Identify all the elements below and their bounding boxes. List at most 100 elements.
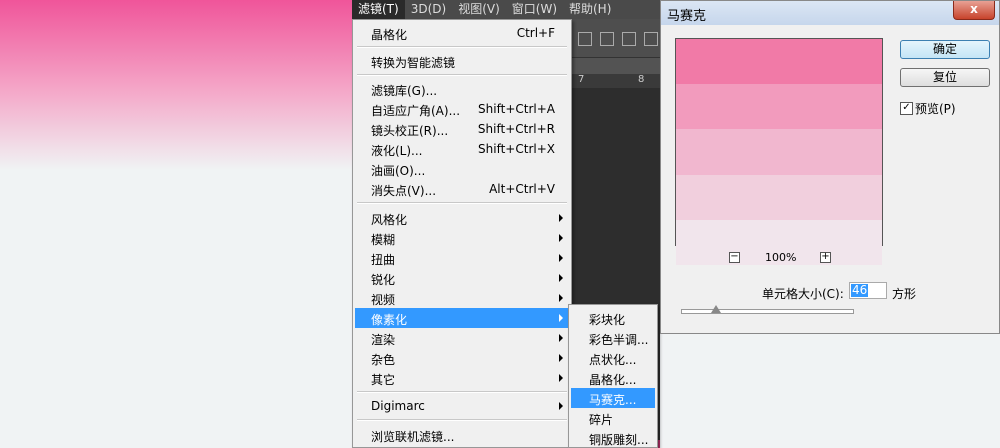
menu-item-label: 浏览联机滤镜... bbox=[371, 430, 455, 444]
menu-item-label: 消失点(V)... bbox=[371, 184, 437, 198]
slider-thumb[interactable] bbox=[710, 305, 721, 313]
menu-item-label: 转换为智能滤镜 bbox=[371, 56, 456, 70]
cell-size-label: 单元格大小(C): bbox=[762, 287, 844, 301]
menu-item-blur[interactable]: 模糊 bbox=[355, 228, 569, 248]
menu-item-distort[interactable]: 扭曲 bbox=[355, 248, 569, 268]
menu-item-last-filter[interactable]: 晶格化 Ctrl+F bbox=[355, 23, 569, 43]
submenu-item-facet[interactable]: 彩块化 bbox=[571, 308, 655, 328]
menu-item-lens-correction[interactable]: 镜头校正(R)... Shift+Ctrl+R bbox=[355, 119, 569, 139]
menu-window[interactable]: 窗口(W) bbox=[506, 0, 563, 19]
menu-item-label: 镜头校正(R)... bbox=[371, 124, 449, 138]
cell-size-slider[interactable] bbox=[681, 309, 854, 314]
filter-dropdown-menu: 晶格化 Ctrl+F 转换为智能滤镜 滤镜库(G)... 自适应广角(A)...… bbox=[352, 19, 572, 448]
preview-mosaic-band bbox=[676, 39, 882, 85]
menu-filter[interactable]: 滤镜(T) bbox=[352, 0, 405, 19]
menu-item-label: 晶格化 bbox=[371, 28, 408, 42]
zoom-level: 100% bbox=[765, 251, 797, 264]
menu-item-label: 点状化... bbox=[589, 353, 637, 367]
submenu-arrow-icon bbox=[559, 274, 563, 282]
preview-mosaic-band bbox=[676, 84, 882, 130]
ruler-label: 7 bbox=[578, 74, 585, 85]
submenu-arrow-icon bbox=[559, 254, 563, 262]
menu-item-vanishing-point[interactable]: 消失点(V)... Alt+Ctrl+V bbox=[355, 179, 569, 199]
preview-checkbox-label: 预览(P) bbox=[915, 102, 956, 116]
align-center-icon[interactable] bbox=[600, 32, 614, 46]
menu-item-label: 扭曲 bbox=[371, 253, 396, 267]
submenu-item-crystallize[interactable]: 晶格化... bbox=[571, 368, 655, 388]
submenu-arrow-icon bbox=[559, 374, 563, 382]
menu-item-label: 其它 bbox=[371, 373, 396, 387]
submenu-item-pointillize[interactable]: 点状化... bbox=[571, 348, 655, 368]
menu-separator bbox=[357, 419, 567, 421]
menu-item-shortcut: Shift+Ctrl+X bbox=[478, 142, 555, 156]
menu-item-render[interactable]: 渲染 bbox=[355, 328, 569, 348]
menu-item-oil-paint[interactable]: 油画(O)... bbox=[355, 159, 569, 179]
cell-size-value: 46 bbox=[851, 283, 869, 297]
menu-item-label: 油画(O)... bbox=[371, 164, 426, 178]
submenu-item-mezzotint[interactable]: 铜版雕刻... bbox=[571, 428, 655, 448]
close-icon: x bbox=[970, 2, 978, 16]
menu-item-stylize[interactable]: 风格化 bbox=[355, 208, 569, 228]
menu-separator bbox=[357, 46, 567, 48]
submenu-arrow-icon bbox=[559, 334, 563, 342]
menu-item-shortcut: Alt+Ctrl+V bbox=[489, 182, 555, 196]
menu-separator bbox=[357, 391, 567, 393]
submenu-arrow-icon bbox=[559, 314, 563, 322]
menu-item-label: 自适应广角(A)... bbox=[371, 104, 461, 118]
menu-view[interactable]: 视图(V) bbox=[452, 0, 506, 19]
zoom-in-button[interactable]: + bbox=[820, 252, 831, 263]
close-button[interactable]: x bbox=[953, 1, 995, 20]
submenu-arrow-icon bbox=[559, 234, 563, 242]
menu-item-liquify[interactable]: 液化(L)... Shift+Ctrl+X bbox=[355, 139, 569, 159]
mosaic-dialog: 马赛克 x − 100% + 确定 复位 ✓ 预览(P) 单元格大小(C): 4… bbox=[660, 0, 1000, 334]
pixelate-submenu: 彩块化 彩色半调... 点状化... 晶格化... 马赛克... 碎片 铜版雕刻… bbox=[568, 304, 658, 448]
menu-item-label: 杂色 bbox=[371, 353, 396, 367]
menu-item-digimarc[interactable]: Digimarc bbox=[355, 396, 569, 416]
distribute-icon[interactable] bbox=[644, 32, 658, 46]
submenu-item-fragment[interactable]: 碎片 bbox=[571, 408, 655, 428]
align-right-icon[interactable] bbox=[622, 32, 636, 46]
menu-item-sharpen[interactable]: 锐化 bbox=[355, 268, 569, 288]
submenu-item-mosaic[interactable]: 马赛克... bbox=[571, 388, 655, 408]
menu-item-label: 彩块化 bbox=[589, 313, 626, 327]
options-bar bbox=[572, 19, 660, 58]
menu-item-pixelate[interactable]: 像素化 bbox=[355, 308, 569, 328]
menu-item-label: 彩色半调... bbox=[589, 333, 649, 347]
zoom-out-button[interactable]: − bbox=[729, 252, 740, 263]
menu-item-convert-smart-filters[interactable]: 转换为智能滤镜 bbox=[355, 51, 569, 71]
menu-help[interactable]: 帮助(H) bbox=[563, 0, 617, 19]
menu-item-label: 锐化 bbox=[371, 273, 396, 287]
preview-mosaic-band bbox=[676, 129, 882, 175]
filter-preview[interactable] bbox=[675, 38, 883, 265]
menu-separator bbox=[357, 202, 567, 204]
menu-item-browse-filters-online[interactable]: 浏览联机滤镜... bbox=[355, 425, 569, 445]
reset-button[interactable]: 复位 bbox=[900, 68, 990, 87]
menu-item-label: 碎片 bbox=[589, 413, 614, 427]
menu-item-filter-gallery[interactable]: 滤镜库(G)... bbox=[355, 79, 569, 99]
menu-item-video[interactable]: 视频 bbox=[355, 288, 569, 308]
menu-item-label: 晶格化... bbox=[589, 373, 637, 387]
dialog-title: 马赛克 bbox=[667, 9, 707, 24]
menu-item-label: 马赛克... bbox=[589, 393, 637, 407]
ruler-label: 8 bbox=[638, 74, 645, 85]
submenu-item-color-halftone[interactable]: 彩色半调... bbox=[571, 328, 655, 348]
cell-size-unit: 方形 bbox=[892, 287, 917, 301]
menu-item-adaptive-wide-angle[interactable]: 自适应广角(A)... Shift+Ctrl+A bbox=[355, 99, 569, 119]
submenu-arrow-icon bbox=[559, 214, 563, 222]
menu-3d[interactable]: 3D(D) bbox=[405, 0, 452, 19]
dialog-titlebar[interactable]: 马赛克 x bbox=[661, 1, 999, 25]
menu-item-label: 滤镜库(G)... bbox=[371, 84, 438, 98]
menu-item-label: 铜版雕刻... bbox=[589, 433, 649, 447]
menu-item-shortcut: Ctrl+F bbox=[516, 26, 555, 40]
menu-separator bbox=[357, 74, 567, 76]
menu-item-noise[interactable]: 杂色 bbox=[355, 348, 569, 368]
preview-mosaic-band bbox=[676, 174, 882, 220]
align-left-icon[interactable] bbox=[578, 32, 592, 46]
menu-item-shortcut: Shift+Ctrl+R bbox=[477, 122, 555, 136]
menu-item-label: 渲染 bbox=[371, 333, 396, 347]
submenu-arrow-icon bbox=[559, 294, 563, 302]
ok-button[interactable]: 确定 bbox=[900, 40, 990, 59]
menu-item-label: 视频 bbox=[371, 293, 396, 307]
menu-item-other[interactable]: 其它 bbox=[355, 368, 569, 388]
preview-checkbox[interactable]: ✓ bbox=[900, 102, 913, 115]
